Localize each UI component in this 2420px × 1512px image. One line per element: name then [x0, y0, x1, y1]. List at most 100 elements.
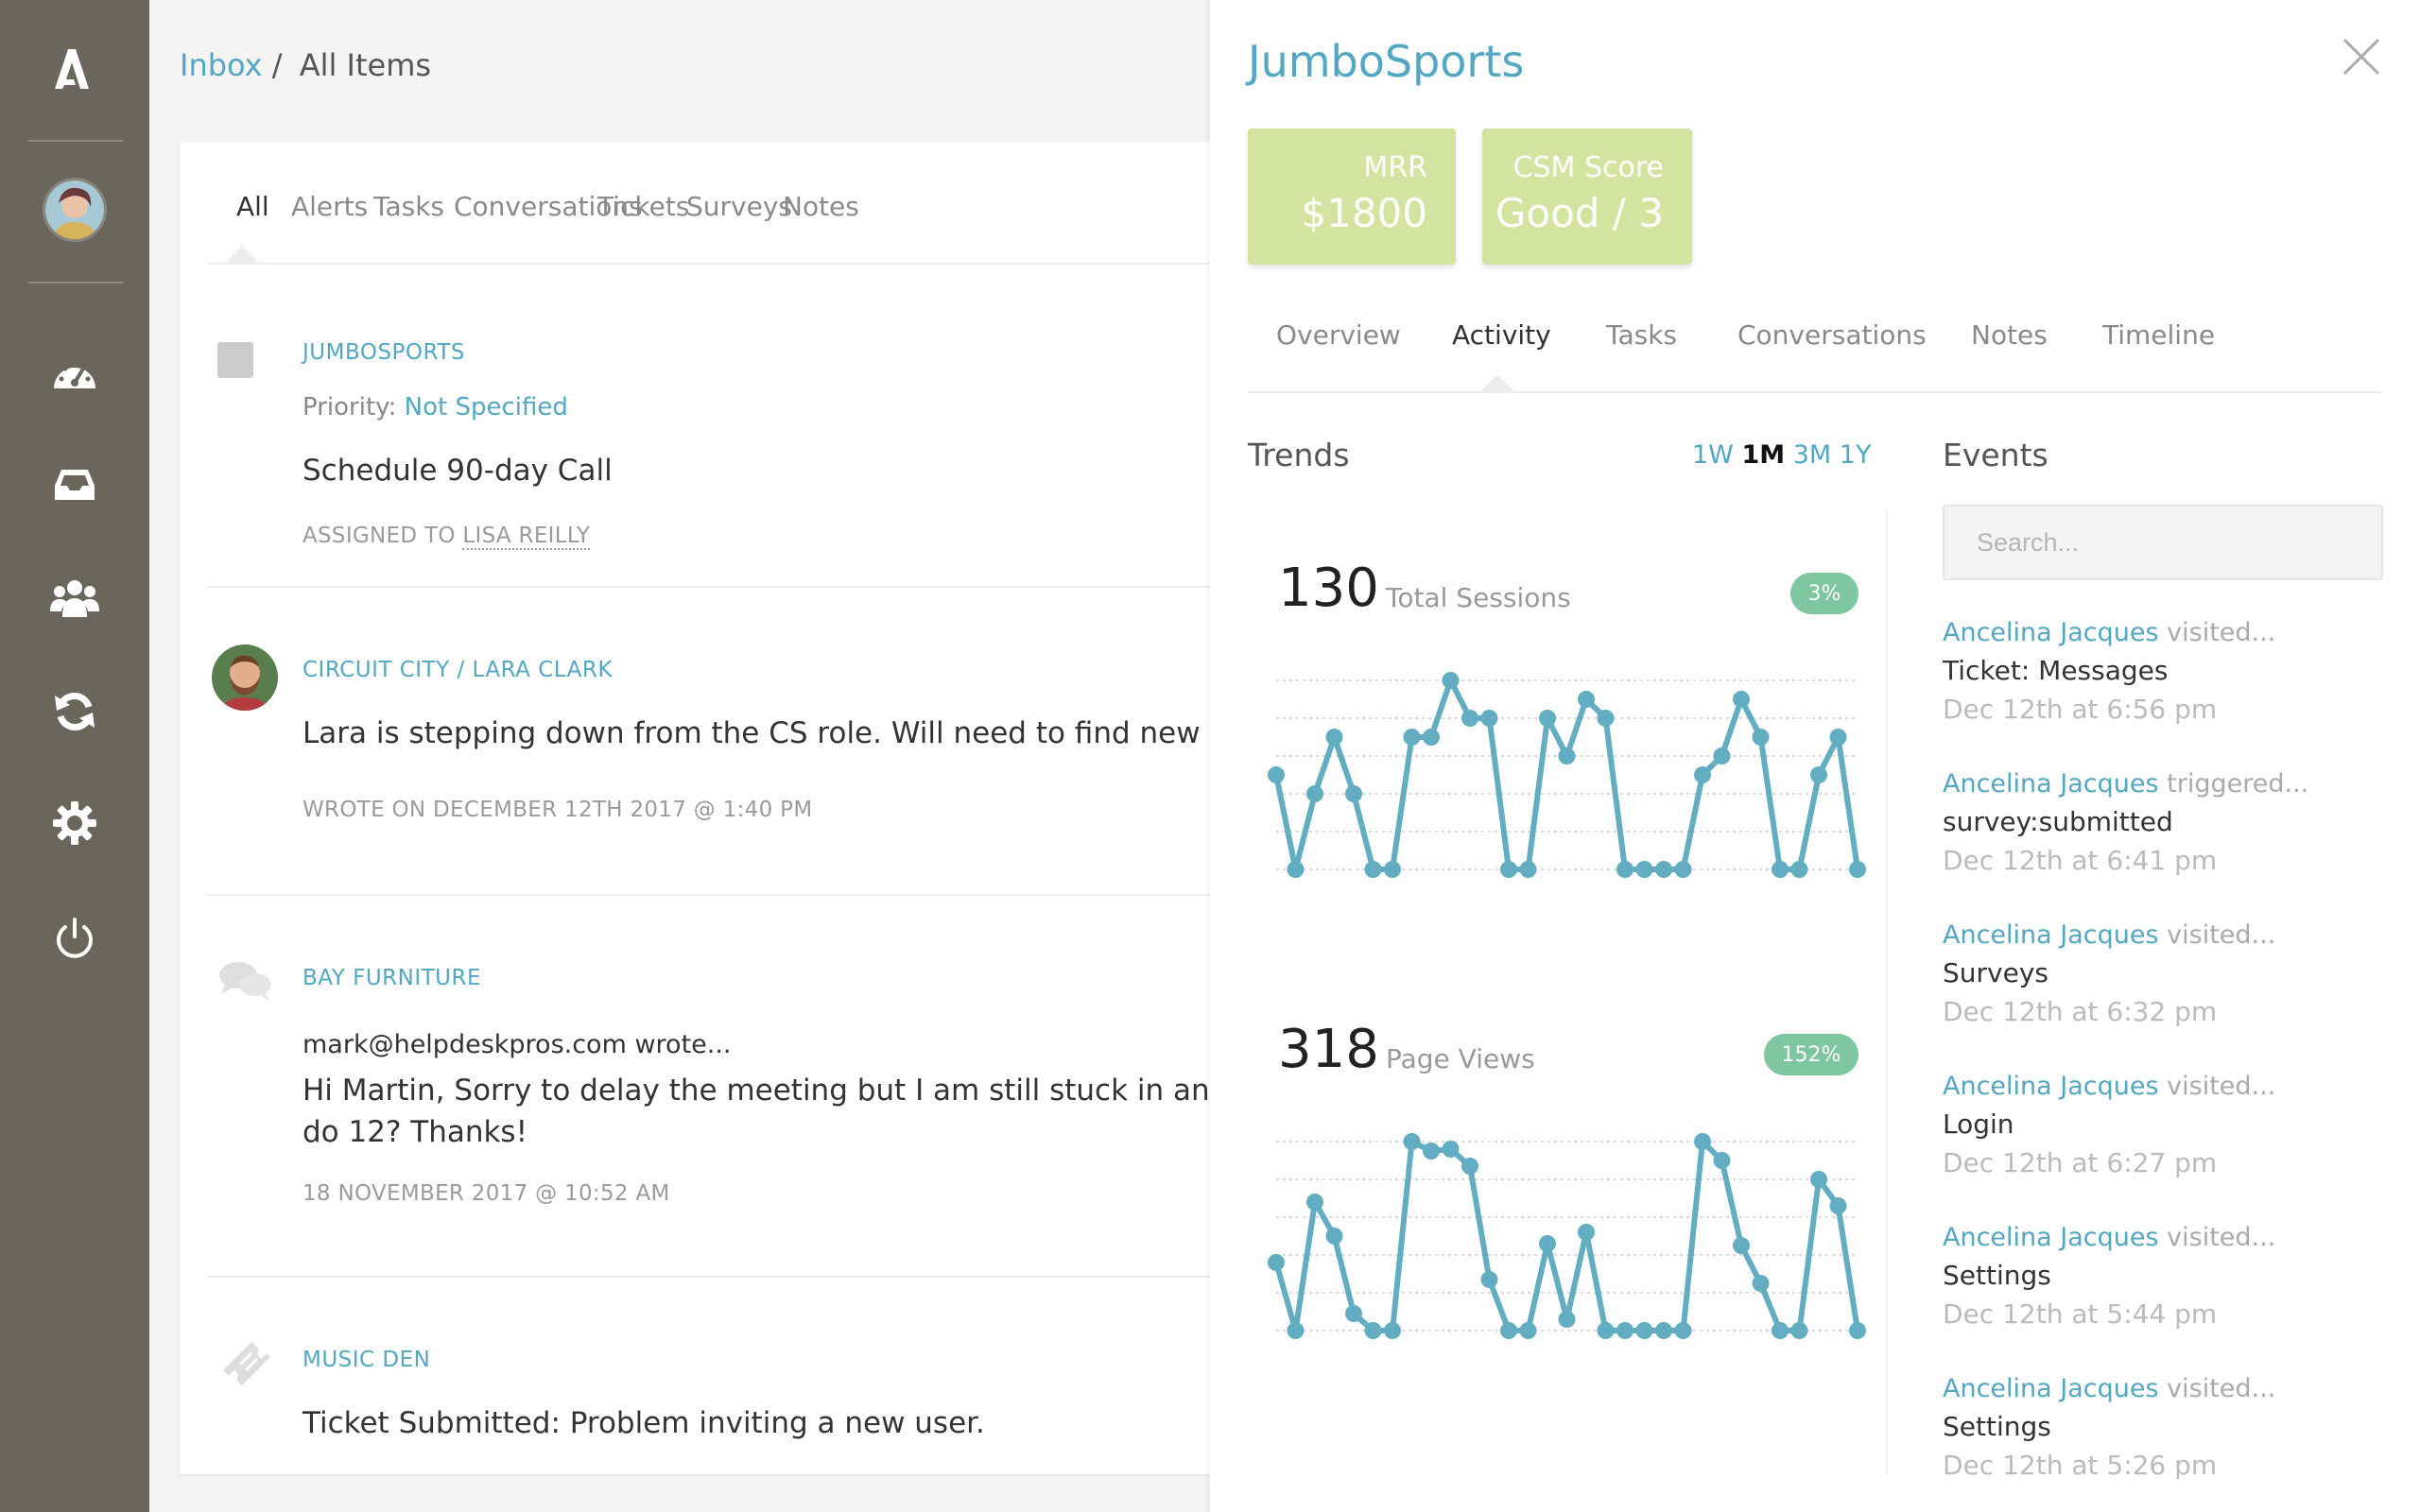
range-1y[interactable]: 1Y [1840, 440, 1872, 470]
chart-data-point[interactable] [1558, 1311, 1576, 1328]
chart-data-point[interactable] [1829, 729, 1847, 746]
chart-data-point[interactable] [1674, 1322, 1692, 1339]
chart-data-point[interactable] [1616, 861, 1634, 878]
tab-overview[interactable]: Overview [1276, 319, 1401, 351]
chart-data-point[interactable] [1635, 1322, 1653, 1339]
tab-notes[interactable]: Notes [783, 191, 859, 222]
event-item[interactable]: Ancelina Jacques visited... Surveys Dec 12… [1943, 920, 2387, 1027]
tab-surveys[interactable]: Surveys [686, 191, 792, 222]
chart-data-point[interactable] [1500, 1322, 1517, 1339]
tab-tickets[interactable]: Tickets [597, 191, 689, 222]
tab-activity[interactable]: Activity [1452, 319, 1551, 351]
chart-data-point[interactable] [1287, 1322, 1305, 1339]
chart-data-point[interactable] [1578, 691, 1595, 708]
range-3m[interactable]: 3M [1793, 440, 1831, 470]
chart-data-point[interactable] [1325, 1228, 1343, 1245]
chart-data-point[interactable] [1635, 861, 1653, 878]
chart-data-point[interactable] [1423, 1143, 1440, 1160]
inbox-tray-icon[interactable] [49, 459, 100, 510]
chart-data-point[interactable] [1655, 861, 1672, 878]
tab-conversations[interactable]: Conversations [1737, 319, 1927, 351]
chart-data-point[interactable] [1713, 1152, 1731, 1169]
chart-data-point[interactable] [1772, 861, 1789, 878]
chart-data-point[interactable] [1733, 691, 1750, 708]
chart-data-point[interactable] [1519, 861, 1537, 878]
chart-data-point[interactable] [1849, 861, 1866, 878]
tab-alerts[interactable]: Alerts [291, 191, 368, 222]
chart-data-point[interactable] [1674, 861, 1692, 878]
chart-data-point[interactable] [1268, 1254, 1285, 1271]
event-user-link[interactable]: Ancelina Jacques [1943, 1374, 2159, 1403]
close-icon[interactable] [2341, 36, 2382, 77]
chart-data-point[interactable] [1384, 1322, 1401, 1339]
chart-data-point[interactable] [1519, 1322, 1537, 1339]
chart-data-point[interactable] [1287, 861, 1305, 878]
chart-data-point[interactable] [1403, 1133, 1421, 1150]
chart-data-point[interactable] [1733, 1237, 1750, 1254]
item-title[interactable]: Schedule 90-day Call [302, 454, 613, 488]
chart-data-point[interactable] [1306, 785, 1323, 802]
event-user-link[interactable]: Ancelina Jacques [1943, 920, 2159, 950]
chart-data-point[interactable] [1442, 1141, 1460, 1158]
chart-data-point[interactable] [1597, 710, 1615, 727]
chart-data-point[interactable] [1345, 1305, 1362, 1322]
events-search-input[interactable] [1943, 505, 2383, 580]
breadcrumb-inbox-link[interactable]: Inbox [180, 47, 263, 83]
power-logout-icon[interactable] [49, 913, 100, 964]
chart-data-point[interactable] [1480, 1271, 1498, 1288]
chart-data-point[interactable] [1325, 729, 1343, 746]
event-item[interactable]: Ancelina Jacques visited... Ticket: Messa… [1943, 618, 2387, 725]
chart-data-point[interactable] [1752, 1275, 1770, 1292]
chart-data-point[interactable] [1790, 861, 1808, 878]
chart-data-point[interactable] [1810, 766, 1827, 783]
item-tag[interactable]: MUSIC DEN [302, 1348, 430, 1372]
chart-data-point[interactable] [1423, 729, 1440, 746]
user-avatar[interactable] [43, 178, 107, 242]
chart-data-point[interactable] [1558, 747, 1576, 765]
item-tag[interactable]: CIRCUIT CITY / LARA CLARK [302, 658, 613, 682]
item-tag[interactable]: JUMBOSPORTS [302, 340, 465, 365]
range-1w[interactable]: 1W [1692, 440, 1734, 470]
chart-data-point[interactable] [1461, 1158, 1478, 1175]
chart-data-point[interactable] [1306, 1194, 1323, 1211]
chart-data-point[interactable] [1849, 1322, 1866, 1339]
refresh-sync-icon[interactable] [49, 686, 100, 737]
settings-gear-icon[interactable] [49, 798, 100, 849]
event-user-link[interactable]: Ancelina Jacques [1943, 769, 2159, 799]
chart-data-point[interactable] [1384, 861, 1401, 878]
users-group-icon[interactable] [49, 573, 100, 624]
chart-data-point[interactable] [1810, 1171, 1827, 1188]
chart-data-point[interactable] [1461, 710, 1478, 727]
item-tag[interactable]: BAY FURNITURE [302, 966, 481, 990]
event-user-link[interactable]: Ancelina Jacques [1943, 618, 2159, 647]
assigned-user-link[interactable]: LISA REILLY [462, 524, 591, 550]
chart-data-point[interactable] [1772, 1322, 1789, 1339]
event-user-link[interactable]: Ancelina Jacques [1943, 1223, 2159, 1252]
item-checkbox[interactable] [217, 342, 253, 378]
chart-data-point[interactable] [1345, 785, 1362, 802]
tab-tasks[interactable]: Tasks [1606, 319, 1677, 351]
tab-timeline[interactable]: Timeline [2102, 319, 2215, 351]
chart-data-point[interactable] [1790, 1322, 1808, 1339]
event-item[interactable]: Ancelina Jacques visited... Settings Dec 1… [1943, 1374, 2387, 1479]
chart-data-point[interactable] [1268, 766, 1285, 783]
event-user-link[interactable]: Ancelina Jacques [1943, 1072, 2159, 1101]
event-item[interactable]: Ancelina Jacques triggered... survey:subm… [1943, 769, 2387, 876]
chart-data-point[interactable] [1597, 1322, 1615, 1339]
chart-data-point[interactable] [1403, 729, 1421, 746]
chart-data-point[interactable] [1539, 1235, 1556, 1252]
tab-notes[interactable]: Notes [1971, 319, 2048, 351]
chart-data-point[interactable] [1655, 1322, 1672, 1339]
chart-data-point[interactable] [1442, 672, 1460, 689]
event-item[interactable]: Ancelina Jacques visited... Login Dec 12th… [1943, 1072, 2387, 1178]
chart-data-point[interactable] [1480, 710, 1498, 727]
event-item[interactable]: Ancelina Jacques visited... Settings Dec 1… [1943, 1223, 2387, 1330]
chart-data-point[interactable] [1500, 861, 1517, 878]
chart-data-point[interactable] [1364, 861, 1382, 878]
tab-tasks[interactable]: Tasks [373, 191, 444, 222]
priority-value[interactable]: Not Specified [405, 393, 568, 421]
chart-data-point[interactable] [1694, 1133, 1711, 1150]
chart-data-point[interactable] [1616, 1322, 1634, 1339]
range-1m[interactable]: 1M [1741, 440, 1785, 470]
chart-data-point[interactable] [1752, 729, 1770, 746]
